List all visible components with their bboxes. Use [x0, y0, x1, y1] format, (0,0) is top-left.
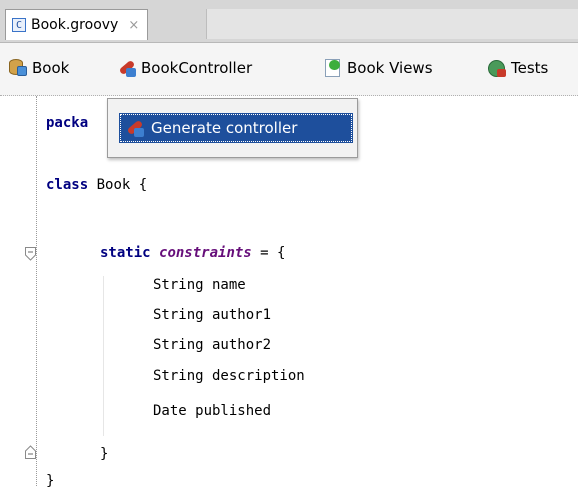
code-line: Date published	[153, 403, 272, 419]
close-icon[interactable]: ×	[128, 18, 139, 33]
code-line-package: packa	[46, 114, 88, 132]
controller-icon	[117, 58, 137, 78]
nav-item-label: Book Views	[347, 59, 433, 77]
controller-icon	[125, 118, 145, 138]
code-line: String name	[153, 277, 246, 293]
nav-item-book-views[interactable]: Book Views	[323, 57, 433, 79]
tab-label: Book.groovy	[31, 17, 119, 33]
groovy-class-icon: C	[12, 18, 26, 32]
code-line: String description	[153, 368, 305, 384]
nav-item-label: BookController	[141, 59, 253, 77]
nav-item-label: Book	[32, 59, 70, 77]
code-line: String author2	[153, 337, 272, 353]
constraints-assign: = {	[251, 245, 286, 261]
navigation-popup-menu: Generate controller	[107, 98, 358, 158]
generate-controller-item[interactable]: Generate controller	[119, 113, 353, 143]
domain-class-icon	[8, 58, 28, 78]
nav-item-tests[interactable]: Tests	[487, 57, 548, 79]
indent-guide	[103, 276, 104, 436]
fold-end-icon[interactable]	[25, 445, 36, 459]
grails-navigation-bar: Book BookController Book Views Tests	[0, 43, 578, 96]
code-line-inner-close: }	[100, 446, 109, 462]
code-line-class: class Book {	[46, 176, 147, 194]
gutter-divider	[36, 96, 37, 486]
nav-item-label: Tests	[511, 59, 549, 77]
constraints-field: constraints	[159, 245, 252, 261]
class-declaration: Book {	[88, 177, 148, 193]
static-keyword: static	[100, 245, 151, 261]
tab-bar-empty-area	[206, 9, 578, 39]
popup-item-label: Generate controller	[151, 119, 298, 137]
tab-book-groovy[interactable]: C Book.groovy ×	[5, 9, 149, 40]
fold-collapse-icon[interactable]	[25, 247, 36, 261]
tests-icon	[487, 58, 507, 78]
code-line: String author1	[153, 307, 272, 323]
views-icon	[323, 58, 343, 78]
code-line-constraints: static constraints = {	[100, 244, 285, 262]
code-line-outer-close: }	[46, 473, 55, 489]
editor-tab-bar: C Book.groovy ×	[0, 0, 578, 43]
class-keyword: class	[46, 177, 89, 193]
package-keyword-partial: packa	[46, 115, 89, 131]
nav-item-bookcontroller[interactable]: BookController	[117, 57, 252, 79]
nav-item-book[interactable]: Book	[8, 57, 69, 79]
